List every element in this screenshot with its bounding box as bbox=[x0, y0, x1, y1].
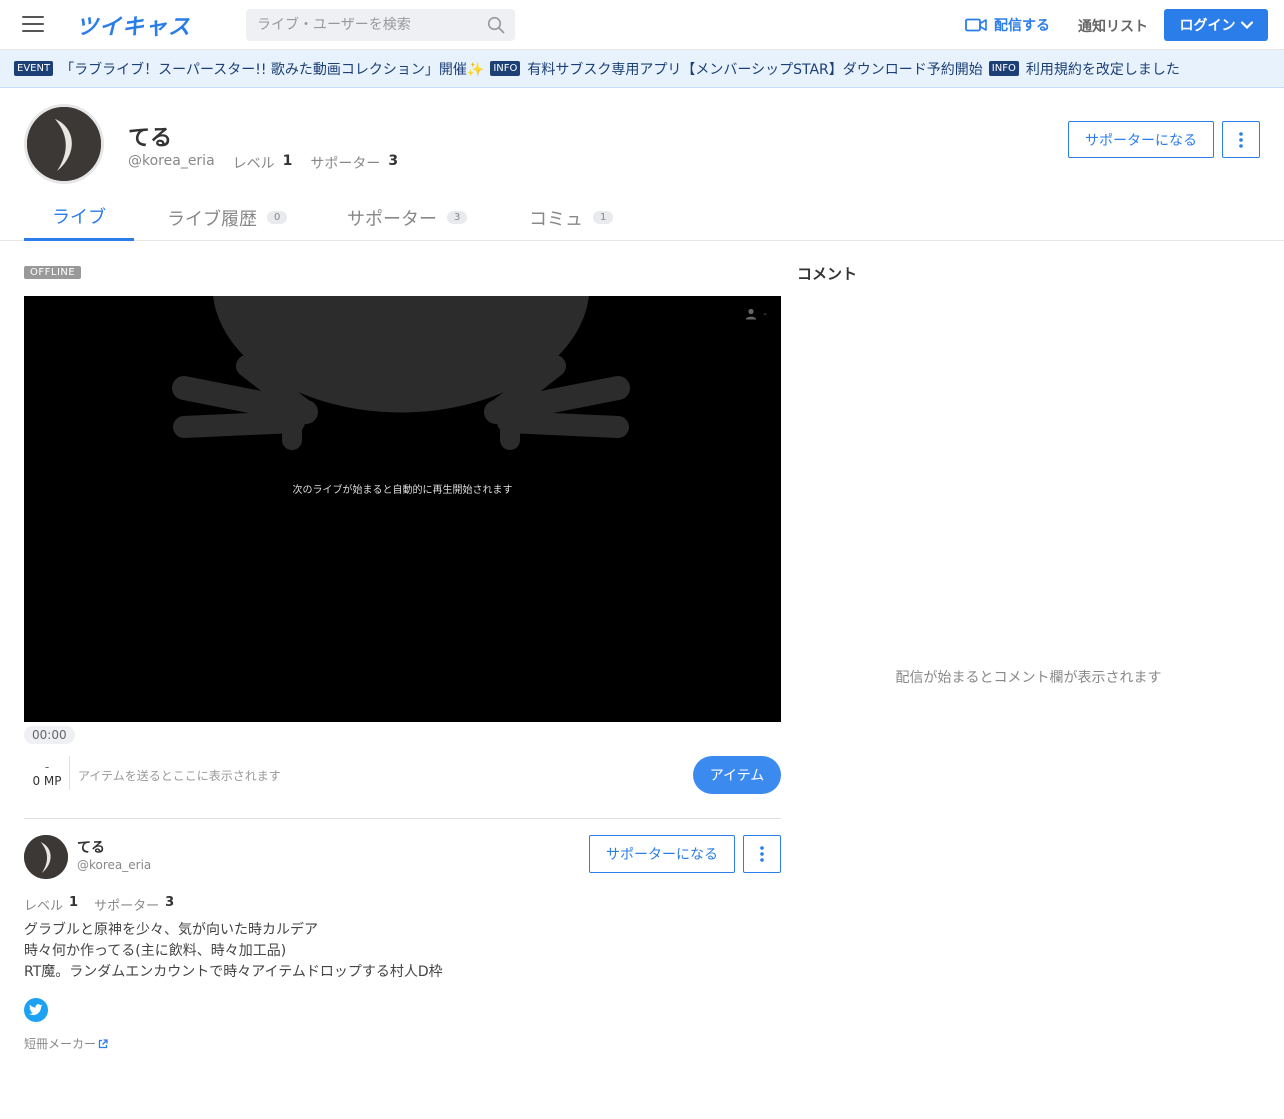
ticker-text: 利用規約を改定しました bbox=[1025, 61, 1180, 78]
mp-dash: - bbox=[44, 760, 50, 774]
avatar-image bbox=[27, 107, 101, 181]
mp-value: 0 MP bbox=[32, 774, 62, 788]
profile-handle: @korea_eria bbox=[128, 153, 215, 169]
elapsed-time: 00:00 bbox=[24, 726, 75, 744]
twitter-link[interactable] bbox=[24, 998, 48, 1022]
more-options-button[interactable] bbox=[743, 835, 781, 873]
ticker-item[interactable]: INFO 有料サブスク専用アプリ【メンバーシップSTAR】ダウンロード予約開始 bbox=[490, 59, 983, 79]
bio-line: グラブルと原神を少々、気が向いた時カルデア bbox=[24, 922, 318, 938]
tanzaku-maker-link[interactable]: 短冊メーカー bbox=[24, 1035, 108, 1052]
person-icon bbox=[746, 308, 757, 320]
profile-meta: @korea_eria レベル 1 サポーター 3 bbox=[128, 153, 416, 173]
offline-mascot-graphic bbox=[172, 296, 630, 450]
search-icon[interactable] bbox=[487, 16, 505, 34]
tab-count: 3 bbox=[447, 211, 468, 224]
comments-title: コメント bbox=[797, 265, 858, 283]
login-button[interactable]: ログイン bbox=[1164, 9, 1268, 41]
search-box bbox=[246, 9, 515, 41]
viewer-count: - bbox=[745, 308, 767, 320]
become-supporter-button[interactable]: サポーターになる bbox=[1068, 121, 1214, 158]
ticker-text: 「ラブライブ！スーパースター!! 歌みた動画コレクション」開催✨ bbox=[60, 61, 485, 78]
player-message: 次のライブが始まると自動的に再生開始されます bbox=[292, 485, 513, 496]
video-camera-icon bbox=[965, 18, 987, 32]
supporters-label: サポーター bbox=[310, 156, 381, 172]
item-placeholder: アイテムを送るとここに表示されます bbox=[78, 769, 281, 783]
news-ticker: EVENT 「ラブライブ！スーパースター!! 歌みた動画コレクション」開催✨ I… bbox=[0, 50, 1284, 88]
tab-supporters[interactable]: サポーター 3 bbox=[347, 194, 468, 241]
avatar-image bbox=[24, 835, 68, 879]
comments-empty-message: 配信が始まるとコメント欄が表示されます bbox=[895, 670, 1162, 686]
tab-community[interactable]: コミュ 1 bbox=[529, 194, 614, 241]
user-name[interactable]: てる bbox=[77, 837, 105, 857]
chevron-down-icon bbox=[1240, 21, 1253, 29]
supporters-value: 3 bbox=[388, 153, 399, 169]
ticker-item[interactable]: EVENT 「ラブライブ！スーパースター!! 歌みた動画コレクション」開催✨ bbox=[14, 59, 484, 79]
profile-name: てる bbox=[128, 126, 173, 151]
supporters-value: 3 bbox=[165, 895, 175, 910]
more-vertical-icon bbox=[760, 846, 764, 862]
level-label: レベル bbox=[232, 156, 275, 172]
more-options-button[interactable] bbox=[1222, 121, 1260, 158]
ticker-badge: INFO bbox=[988, 61, 1019, 76]
tab-count: 0 bbox=[267, 211, 288, 224]
tab-count: 1 bbox=[593, 211, 614, 224]
user-handle: @korea_eria bbox=[77, 858, 152, 872]
notification-list-link[interactable]: 通知リスト bbox=[1078, 16, 1148, 36]
mp-display: - 0 MP bbox=[24, 760, 70, 788]
level-value: 1 bbox=[69, 895, 79, 910]
header: ツイキャス 配信する 通知リスト ログイン bbox=[0, 0, 1284, 50]
user-avatar[interactable] bbox=[24, 835, 68, 879]
supporters-label: サポーター bbox=[94, 899, 160, 914]
bio-line: 時々何か作ってる(主に飲料、時々加工品) bbox=[24, 943, 287, 959]
tab-label: サポーター bbox=[347, 208, 437, 230]
status-badge: OFFLINE bbox=[24, 266, 82, 279]
user-bio: グラブルと原神を少々、気が向いた時カルデア 時々何か作ってる(主に飲料、時々加工… bbox=[24, 920, 443, 983]
login-label: ログイン bbox=[1179, 18, 1236, 34]
become-supporter-button[interactable]: サポーターになる bbox=[589, 835, 735, 873]
viewer-count-value: - bbox=[763, 308, 767, 320]
twitter-icon bbox=[29, 1004, 43, 1016]
ticker-text: 有料サブスク専用アプリ【メンバーシップSTAR】ダウンロード予約開始 bbox=[527, 61, 983, 78]
ticker-badge: INFO bbox=[490, 61, 521, 76]
menu-icon[interactable] bbox=[22, 16, 44, 34]
tab-live[interactable]: ライブ bbox=[24, 194, 134, 241]
search-input[interactable] bbox=[246, 9, 476, 41]
item-button[interactable]: アイテム bbox=[693, 756, 781, 794]
ticker-item[interactable]: INFO 利用規約を改定しました bbox=[988, 59, 1180, 79]
tab-label: ライブ bbox=[52, 207, 106, 228]
broadcast-label: 配信する bbox=[994, 18, 1050, 34]
broadcast-button[interactable]: 配信する bbox=[965, 15, 1050, 35]
tanzaku-label: 短冊メーカー bbox=[24, 1037, 97, 1051]
profile-tabs: ライブ ライブ履歴 0 サポーター 3 コミュ 1 bbox=[0, 194, 1284, 241]
ticker-badge: EVENT bbox=[14, 61, 54, 76]
bio-line: RT魔。ランダムエンカウントで時々アイテムドロップする村人D枠 bbox=[24, 964, 443, 980]
more-vertical-icon bbox=[1239, 131, 1243, 148]
level-label: レベル bbox=[24, 899, 64, 914]
video-player[interactable]: - 次のライブが始まると自動的に再生開始されます bbox=[24, 296, 781, 722]
level-value: 1 bbox=[282, 153, 293, 169]
tab-live-history[interactable]: ライブ履歴 0 bbox=[167, 194, 288, 241]
logo[interactable]: ツイキャス bbox=[76, 9, 191, 41]
tab-label: ライブ履歴 bbox=[167, 208, 257, 230]
external-link-icon bbox=[98, 1038, 108, 1048]
tab-label: コミュ bbox=[529, 208, 583, 230]
divider bbox=[24, 818, 781, 819]
user-meta: レベル 1 サポーター 3 bbox=[24, 895, 190, 914]
divider bbox=[69, 756, 70, 790]
profile-avatar[interactable] bbox=[24, 104, 104, 184]
